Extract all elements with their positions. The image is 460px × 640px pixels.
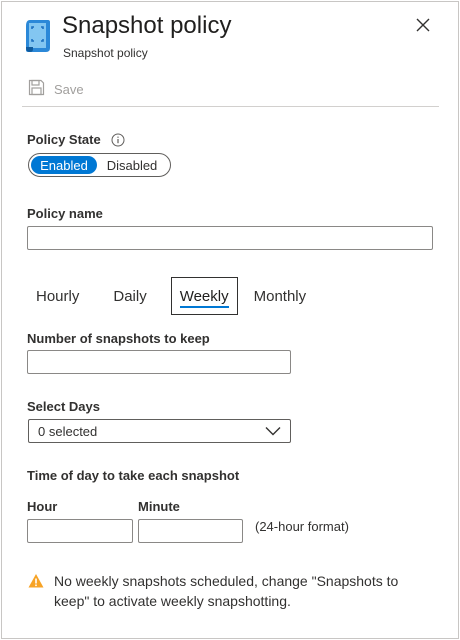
toolbar-divider (22, 106, 439, 107)
warning-text: No weekly snapshots scheduled, change "S… (54, 573, 399, 609)
select-days-label: Select Days (27, 399, 100, 414)
policy-name-label: Policy name (27, 206, 103, 221)
snapshots-to-keep-input[interactable] (27, 350, 291, 374)
snapshot-policy-icon (24, 18, 52, 54)
policy-state-label: Policy State (27, 132, 101, 147)
weekly-warning: No weekly snapshots scheduled, change "S… (28, 571, 428, 611)
time-of-day-label: Time of day to take each snapshot (27, 468, 240, 483)
hour-label: Hour (27, 499, 58, 514)
toggle-enabled[interactable]: Enabled (31, 156, 97, 174)
tab-daily[interactable]: Daily (105, 277, 154, 315)
tab-weekly[interactable]: Weekly (170, 277, 238, 315)
toggle-disabled[interactable]: Disabled (97, 156, 167, 174)
minute-label: Minute (138, 499, 180, 514)
save-button[interactable]: Save (28, 79, 84, 99)
select-days-dropdown[interactable]: 0 selected (28, 419, 291, 443)
close-icon (416, 18, 430, 37)
save-icon (28, 79, 45, 99)
frequency-tabs: Hourly Daily Weekly Monthly (28, 277, 314, 315)
info-icon[interactable] (111, 133, 125, 147)
tab-hourly[interactable]: Hourly (28, 277, 87, 315)
command-bar: Save (28, 78, 84, 100)
tab-monthly[interactable]: Monthly (246, 277, 315, 315)
page-title: Snapshot policy (62, 12, 232, 39)
chevron-down-icon (265, 424, 281, 439)
warning-icon (28, 573, 44, 589)
select-days-value: 0 selected (38, 423, 98, 439)
snapshot-policy-panel: Snapshot policy Snapshot policy Save Pol… (1, 1, 459, 639)
policy-name-input[interactable] (27, 226, 433, 250)
page-subtitle: Snapshot policy (63, 46, 148, 60)
time-format-hint: (24-hour format) (255, 519, 349, 534)
panel-header: Snapshot policy Snapshot policy (20, 10, 442, 66)
hour-input[interactable] (27, 519, 133, 543)
policy-state-toggle: Enabled Disabled (28, 153, 171, 177)
close-button[interactable] (412, 16, 434, 38)
minute-input[interactable] (138, 519, 243, 543)
save-label: Save (54, 81, 84, 97)
snapshots-to-keep-label: Number of snapshots to keep (27, 331, 210, 346)
